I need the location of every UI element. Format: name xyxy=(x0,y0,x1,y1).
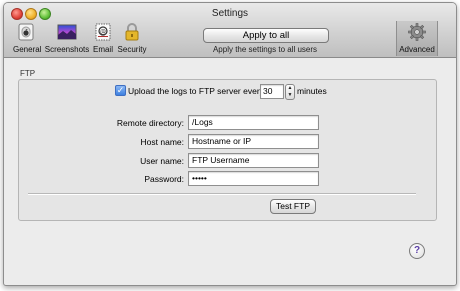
toolbar: Settings General Screenshots @ Email Sec… xyxy=(4,3,456,58)
minutes-label: minutes xyxy=(297,86,327,96)
minutes-input[interactable]: 30 xyxy=(260,84,284,99)
toolbar-item-label: Screenshots xyxy=(44,45,90,54)
host-name-label: Host name: xyxy=(140,137,184,147)
upload-logs-label: Upload the logs to FTP server every xyxy=(128,86,264,96)
gear-icon xyxy=(407,22,427,42)
apply-to-all-button[interactable]: Apply to all xyxy=(203,28,329,43)
upload-logs-checkbox[interactable]: ✓ xyxy=(115,85,126,96)
password-label: Password: xyxy=(144,174,184,184)
screenshot-photo-icon xyxy=(57,22,77,42)
user-name-label: User name: xyxy=(140,156,184,166)
apple-switch-icon xyxy=(16,22,36,42)
host-name-field[interactable]: Hostname or IP xyxy=(188,134,319,149)
settings-window: Settings General Screenshots @ Email Sec… xyxy=(3,2,457,286)
ftp-group-box xyxy=(18,79,437,221)
toolbar-item-security[interactable]: Security xyxy=(116,22,148,56)
minutes-stepper[interactable]: ▲ ▼ xyxy=(285,84,295,100)
toolbar-item-label: Advanced xyxy=(399,45,435,54)
toolbar-item-screenshots[interactable]: Screenshots xyxy=(42,22,92,56)
remote-directory-label: Remote directory: xyxy=(116,118,184,128)
toolbar-item-label: Security xyxy=(117,45,147,54)
toolbar-item-general[interactable]: General xyxy=(13,22,42,56)
group-separator xyxy=(28,193,416,195)
remote-directory-field[interactable]: /Logs xyxy=(188,115,319,130)
stamp-icon: @ xyxy=(93,22,113,42)
svg-text:@: @ xyxy=(100,29,106,36)
window-title: Settings xyxy=(211,8,249,19)
toolbar-item-label: General xyxy=(13,45,42,54)
help-button[interactable]: ? xyxy=(409,243,425,259)
user-name-field[interactable]: FTP Username xyxy=(188,153,319,168)
ftp-section-label: FTP xyxy=(20,69,36,78)
padlock-icon xyxy=(122,22,142,42)
toolbar-item-label: Email xyxy=(92,45,113,54)
test-ftp-button[interactable]: Test FTP xyxy=(270,199,316,214)
apply-caption: Apply the settings to all users xyxy=(212,45,318,54)
toolbar-item-email[interactable]: @ Email xyxy=(90,22,116,56)
toolbar-item-advanced[interactable]: Advanced xyxy=(396,21,438,56)
password-field[interactable]: ••••• xyxy=(188,171,319,186)
